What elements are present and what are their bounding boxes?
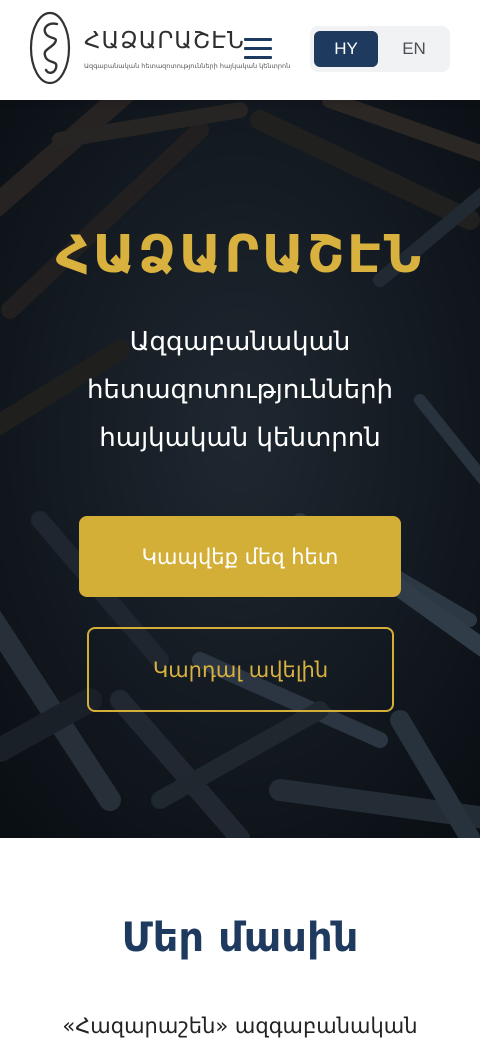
read-more-button[interactable]: Կարդալ ավելին bbox=[87, 627, 394, 712]
language-switcher: HY EN bbox=[310, 26, 450, 72]
site-logo[interactable]: ՀԱՁԱՐԱՇԷՆ Ազգաբանական հետազոտությունների… bbox=[28, 10, 290, 88]
hero-subtitle: Ազգաբանական հետազոտությունների հայկական … bbox=[40, 318, 440, 462]
hero-section: ՀԱՁԱՐԱՇԷՆ Ազգաբանական հետազոտությունների… bbox=[0, 100, 480, 838]
lang-hy-button[interactable]: HY bbox=[314, 31, 378, 67]
hero-title: ՀԱՁԱՐԱՇԷՆ bbox=[55, 225, 425, 285]
site-header: ՀԱՁԱՐԱՇԷՆ Ազգաբանական հետազոտությունների… bbox=[0, 0, 480, 100]
about-section-text: «Հազարաշեն» ազգաբանական bbox=[62, 1014, 418, 1038]
hamburger-menu-icon[interactable] bbox=[240, 32, 276, 64]
contact-us-button[interactable]: Կապվեք մեզ հետ bbox=[79, 516, 401, 597]
about-section-title: Մեր մասին bbox=[121, 915, 359, 961]
hero-subtitle-line: հայկական կենտրոն bbox=[99, 423, 381, 453]
hero-subtitle-line: հետազոտությունների bbox=[86, 375, 394, 405]
lang-en-button[interactable]: EN bbox=[382, 31, 446, 67]
logo-emblem-icon bbox=[29, 11, 71, 85]
logo-title: ՀԱՁԱՐԱՇԷՆ bbox=[84, 28, 245, 54]
hero-subtitle-line: Ազգաբանական bbox=[129, 327, 351, 357]
hero-overlay bbox=[0, 100, 480, 838]
